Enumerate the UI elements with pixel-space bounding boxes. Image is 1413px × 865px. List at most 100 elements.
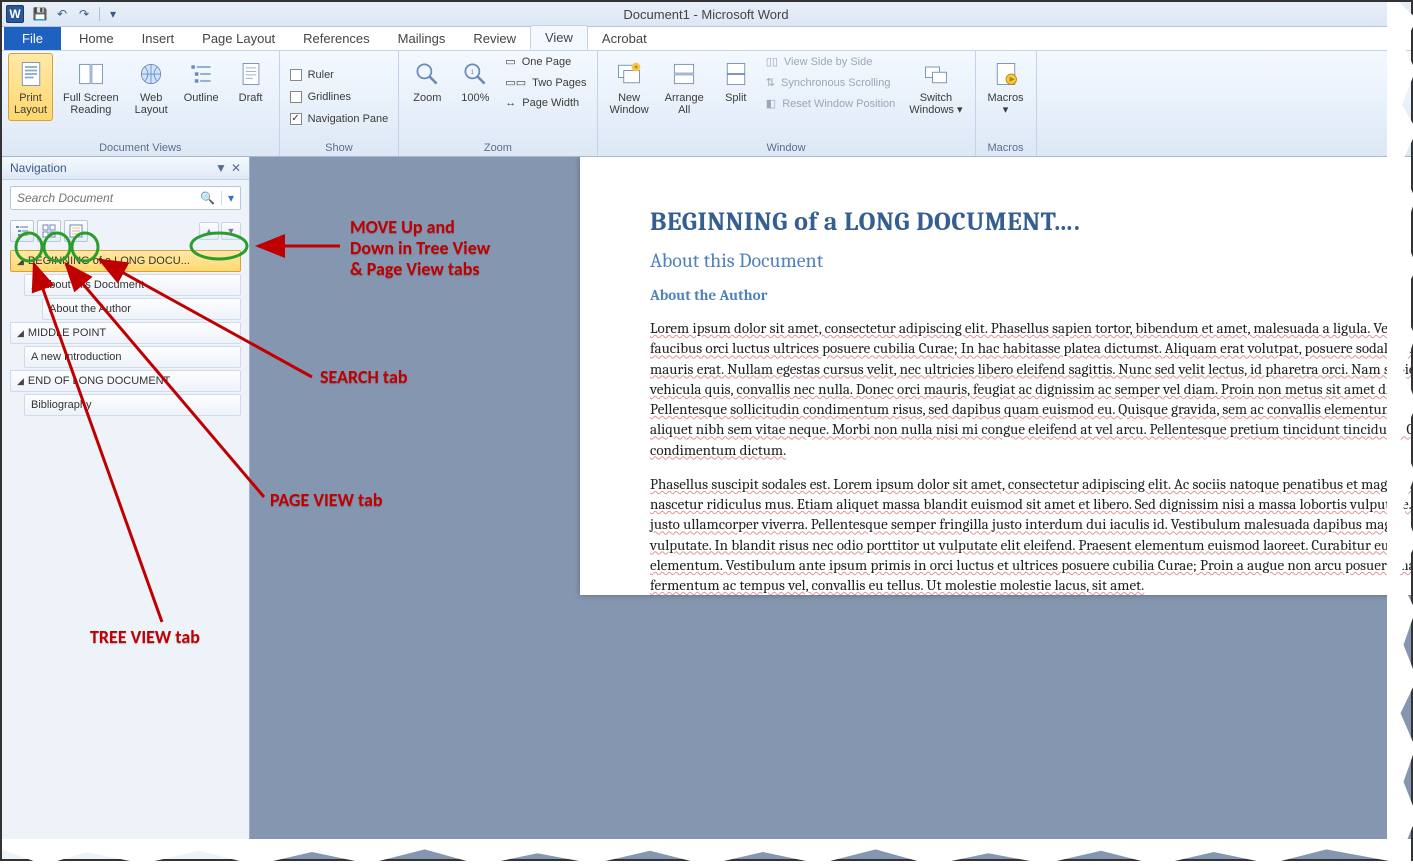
search-input[interactable] [11,187,194,209]
document-page: BEGINNING of a LONG DOCUMENT…. About thi… [580,157,1411,595]
arrange-all-label: Arrange All [665,92,704,116]
tree-item[interactable]: ◢About this Document [24,274,241,296]
print-layout-icon [15,58,47,90]
side-by-side-icon: ▯▯ [766,55,778,68]
tab-mailings[interactable]: Mailings [384,27,460,50]
one-page-button[interactable]: ▭ One Page [501,53,590,70]
tab-references[interactable]: References [289,27,383,50]
expander-icon[interactable]: ◢ [17,256,24,266]
navigation-pane-title: Navigation [10,161,67,175]
tree-view-tab[interactable] [10,220,34,242]
reset-window-position-button: ◧ Reset Window Position [762,95,900,112]
navigation-pane-label: Navigation Pane [308,113,389,125]
expander-icon[interactable]: ◢ [17,376,24,386]
gridlines-checkbox[interactable]: Gridlines [286,89,355,105]
hundred-percent-icon: 1 [459,58,491,90]
tab-file[interactable]: File [4,27,61,50]
ribbon-tabs: File Home Insert Page Layout References … [2,27,1411,51]
switch-windows-icon [920,58,952,90]
window-title: Document1 - Microsoft Word [125,7,1287,22]
web-layout-button[interactable]: Web Layout [129,53,174,121]
switch-windows-button[interactable]: Switch Windows ▾ [903,53,968,121]
group-document-views-label: Document Views [8,140,273,156]
sync-scroll-icon: ⇅ [766,76,775,89]
tree-item[interactable]: ◢BEGINNING of a LONG DOCU... [10,250,241,272]
print-layout-button[interactable]: Print Layout [8,53,53,121]
outline-label: Outline [184,92,219,104]
switch-windows-label: Switch Windows ▾ [909,92,962,116]
tree-item[interactable]: About the Author [42,298,241,320]
reset-window-position-label: Reset Window Position [782,98,895,110]
annotation-move-updown: MOVE Up and Down in Tree View & Page Vie… [350,217,490,280]
new-window-button[interactable]: ✦ New Window [604,53,655,121]
full-screen-reading-button[interactable]: Full Screen Reading [57,53,125,121]
tree-item[interactable]: Bibliography [24,394,241,416]
search-results-tab[interactable] [64,220,88,242]
torn-edge-bottom [2,839,1411,865]
arrange-all-button[interactable]: Arrange All [659,53,710,121]
search-dropdown-icon[interactable]: ▾ [221,191,240,205]
heading-2: About this Document [650,249,1411,272]
one-page-label: One Page [522,56,572,68]
tab-home[interactable]: Home [65,27,128,50]
annotation-search-tab: SEARCH tab [320,367,408,388]
search-box[interactable]: 🔍 ▾ [10,186,241,210]
title-bar: W 💾 ↶ ↷ ▾ Document1 - Microsoft Word [2,2,1411,27]
body-paragraph-1: Lorem ipsum dolor sit amet, consectetur … [650,318,1411,460]
tree-item-label: About the Author [49,303,131,315]
expander-icon[interactable]: ◢ [31,280,38,290]
group-zoom-label: Zoom [405,140,590,156]
svg-text:✦: ✦ [633,64,639,72]
navigation-tabs-row: ▲ ▼ [2,216,249,246]
tab-page-layout[interactable]: Page Layout [188,27,289,50]
undo-icon[interactable]: ↶ [52,5,72,23]
tree-item[interactable]: ◢END OF LONG DOCUMENT [10,370,241,392]
heading-3: About the Author [650,286,1411,304]
word-app-icon: W [6,5,24,23]
page-width-button[interactable]: ↔Page Width [501,95,590,111]
tree-item[interactable]: ◢MIDDLE POINT [10,322,241,344]
nav-previous-button[interactable]: ▲ [199,222,219,240]
full-screen-reading-icon [75,58,107,90]
qat-customize-icon[interactable]: ▾ [103,5,123,23]
gridlines-label: Gridlines [308,91,351,103]
tree-item[interactable]: A new Introduction [24,346,241,368]
search-row: 🔍 ▾ [2,180,249,216]
two-pages-button[interactable]: ▭▭Two Pages [501,74,590,91]
tab-review[interactable]: Review [459,27,530,50]
tab-view[interactable]: View [530,25,588,50]
zoom-button[interactable]: Zoom [405,53,449,109]
web-layout-label: Web Layout [135,92,168,116]
nav-next-button[interactable]: ▼ [221,222,241,240]
pane-close-icon[interactable]: ✕ [231,161,241,175]
split-label: Split [725,92,746,104]
body-paragraph-2: Phasellus suscipit sodales est. Lorem ip… [650,474,1411,596]
outline-button[interactable]: Outline [178,53,225,109]
draft-button[interactable]: Draft [229,53,273,109]
save-icon[interactable]: 💾 [30,5,50,23]
web-layout-icon [135,58,167,90]
expander-icon[interactable]: ◢ [17,328,24,338]
pane-dropdown-icon[interactable]: ▼ [215,161,227,175]
one-page-icon: ▭ [505,55,515,68]
navigation-tree: ◢BEGINNING of a LONG DOCU...◢About this … [2,246,249,422]
split-button[interactable]: Split [714,53,758,109]
hundred-percent-button[interactable]: 1 100% [453,53,497,109]
macros-button[interactable]: Macros▾ [982,53,1030,121]
draft-label: Draft [239,92,263,104]
tab-insert[interactable]: Insert [128,27,189,50]
new-window-label: New Window [610,92,649,116]
two-pages-icon: ▭▭ [505,76,526,89]
tab-acrobat[interactable]: Acrobat [588,27,661,50]
page-width-icon: ↔ [505,97,516,109]
reset-position-icon: ◧ [766,97,776,110]
view-side-by-side-button: ▯▯View Side by Side [762,53,900,70]
group-show-label: Show [286,140,393,156]
navigation-pane-checkbox[interactable]: ✓Navigation Pane [286,111,393,127]
redo-icon[interactable]: ↷ [74,5,94,23]
arrange-all-icon [668,58,700,90]
magnifier-icon [411,58,443,90]
ruler-checkbox[interactable]: Ruler [286,67,338,83]
page-view-tab[interactable] [37,220,61,242]
search-icon[interactable]: 🔍 [194,191,221,205]
